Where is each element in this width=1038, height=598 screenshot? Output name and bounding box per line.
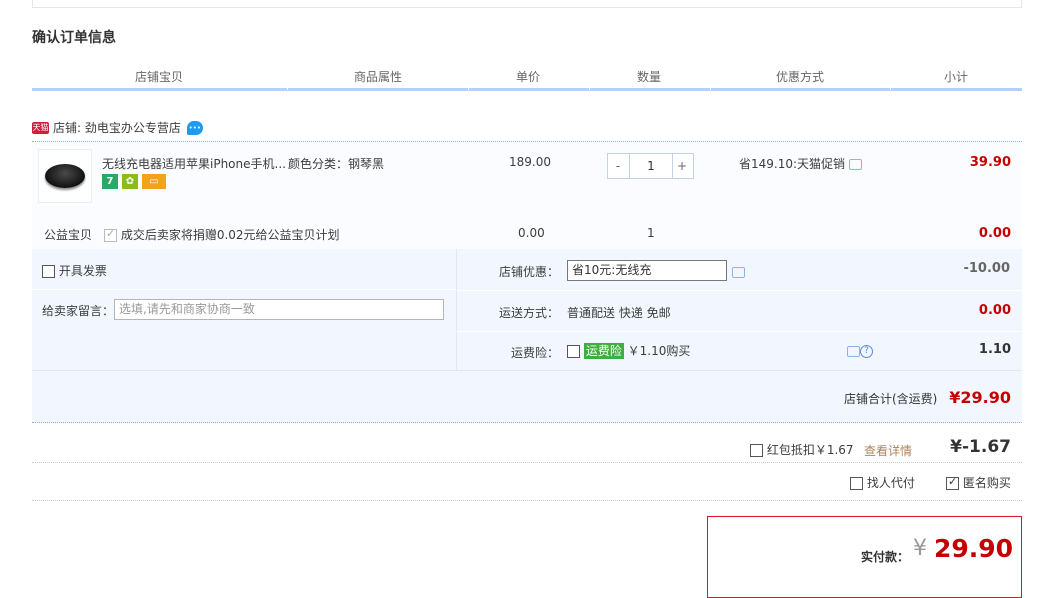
invoice-option[interactable]: 开具发票 <box>42 262 107 279</box>
insurance-option[interactable]: 运费险 ￥1.10购买 <box>567 342 690 359</box>
header-unit-price: 单价 <box>516 70 541 84</box>
seller-message-input[interactable]: 选填,请先和商家协商一致 <box>114 299 444 320</box>
redpacket-option[interactable]: 红包抵扣￥1.67 <box>750 441 854 458</box>
proxy-pay-checkbox[interactable] <box>850 477 863 490</box>
charity-subtotal: 0.00 <box>978 226 1011 241</box>
insurance-amount: 1.10 <box>978 342 1011 357</box>
quality-badge-icon: ✿ <box>122 174 138 189</box>
table-header: 店铺宝贝 商品属性 单价 数量 优惠方式 小计 <box>32 64 1022 91</box>
pay-amount: 29.90 <box>934 534 1014 563</box>
promo-label: 省149.10:天猫促销 <box>739 157 846 171</box>
header-subtotal: 小计 <box>944 70 969 84</box>
anonymous-option[interactable]: 匿名购买 <box>946 474 1011 491</box>
shipping-amount: 0.00 <box>978 303 1011 318</box>
discount-message-icon[interactable] <box>732 267 745 278</box>
insurance-tag: 运费险 <box>583 343 624 359</box>
wangwang-chat-icon[interactable]: ••• <box>186 120 203 135</box>
insurance-checkbox[interactable] <box>567 345 580 358</box>
charity-qty: 1 <box>647 226 655 240</box>
invoice-checkbox[interactable] <box>42 265 55 278</box>
message-icon[interactable] <box>848 159 862 170</box>
quantity-input[interactable]: 1 <box>629 154 673 178</box>
pay-label: 实付款： <box>861 550 910 564</box>
charity-row: 成交后卖家将捐赠0.02元给公益宝贝计划 <box>104 226 340 243</box>
quantity-stepper: - 1 + <box>607 153 694 179</box>
invoice-label: 开具发票 <box>58 264 107 278</box>
insurance-help: ? <box>847 344 873 358</box>
insurance-value: ￥1.10购买 <box>627 344 691 358</box>
seven-day-return-icon: 7 <box>102 174 118 189</box>
product-image[interactable] <box>38 149 92 203</box>
redpacket-label: 红包抵扣￥1.67 <box>766 443 854 457</box>
tmall-badge-icon: 天猫 <box>32 121 49 134</box>
qty-plus-button[interactable]: + <box>672 154 692 178</box>
charger-puck-icon <box>45 164 85 188</box>
shipping-label: 运送方式： <box>499 306 560 320</box>
product-attribute: 颜色分类：钢琴黑 <box>288 157 385 171</box>
proxy-pay-label: 找人代付 <box>866 476 915 490</box>
page-title: 确认订单信息 <box>32 30 116 46</box>
item-subtotal: 39.90 <box>969 155 1011 170</box>
top-box <box>32 0 1022 8</box>
shop-total-label: 店铺合计(含运费) <box>844 392 938 406</box>
redpacket-amount: ¥-1.67 <box>950 437 1011 457</box>
pay-currency: ¥ <box>913 536 927 561</box>
header-attributes: 商品属性 <box>354 70 403 84</box>
unit-price: 189.00 <box>509 155 551 169</box>
insurance-label: 运费险： <box>511 346 560 360</box>
shop-name[interactable]: 店铺: 劲电宝办公专营店 <box>53 121 181 135</box>
help-icon[interactable]: ? <box>860 345 873 358</box>
proxy-pay-option[interactable]: 找人代付 <box>850 474 915 491</box>
anonymous-label: 匿名购买 <box>962 476 1011 490</box>
shop-discount-label: 店铺优惠： <box>499 265 560 279</box>
view-details-link[interactable]: 查看详情 <box>864 442 912 459</box>
shop-discount-select[interactable]: 省10元:无线充 <box>567 260 727 281</box>
redpacket-checkbox[interactable] <box>750 444 763 457</box>
credit-card-icon: ▭ <box>142 174 166 189</box>
header-quantity: 数量 <box>637 70 662 84</box>
qty-minus-button[interactable]: - <box>608 154 628 178</box>
header-discount: 优惠方式 <box>776 70 825 84</box>
insurance-message-icon[interactable] <box>847 346 860 357</box>
shop-total-value: ¥29.90 <box>949 388 1011 407</box>
shipping-value: 普通配送 快递 免邮 <box>567 306 671 320</box>
anonymous-checkbox[interactable] <box>946 475 959 490</box>
charity-label: 公益宝贝 <box>44 228 93 242</box>
shop-row: 天猫 店铺: 劲电宝办公专营店 ••• <box>32 119 203 136</box>
header-shop-item: 店铺宝贝 <box>135 70 184 84</box>
charity-price: 0.00 <box>518 226 545 240</box>
message-label: 给卖家留言： <box>42 304 115 318</box>
charity-checkbox <box>104 227 117 242</box>
product-name[interactable]: 无线充电器适用苹果iPhone手机... <box>102 155 287 172</box>
charity-text: 成交后卖家将捐赠0.02元给公益宝贝计划 <box>120 228 340 242</box>
promo-text: 省149.10:天猫促销 <box>739 155 862 172</box>
shop-discount-amount: -10.00 <box>963 261 1010 276</box>
